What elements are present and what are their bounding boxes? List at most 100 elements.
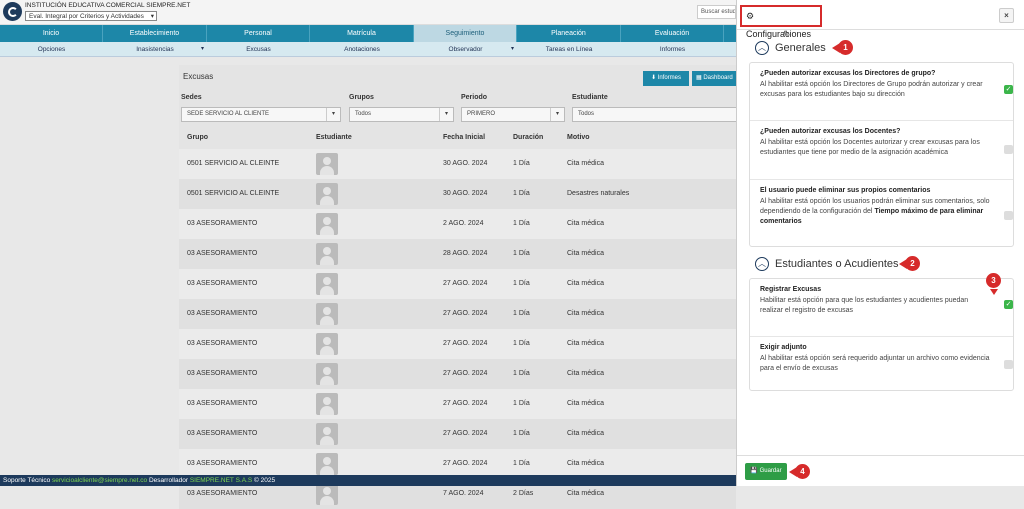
nav-personal[interactable]: Personal — [207, 25, 310, 42]
table-row[interactable]: 03 ASESORAMIENTO 27 AGO. 2024 1 Día Cita mé… — [179, 359, 736, 389]
option-eliminar-comentarios: El usuario puede eliminar sus propios co… — [750, 180, 1013, 248]
table-row[interactable]: 03 ASESORAMIENTO 2 AGO. 2024 1 Día Cita méd… — [179, 209, 736, 239]
table-row[interactable]: 03 ASESORAMIENTO 28 AGO. 2024 1 Día Cita mé… — [179, 239, 736, 269]
section-generales[interactable]: ︿ Generales — [755, 41, 826, 55]
arrow-down-icon — [990, 289, 998, 295]
table-row[interactable]: 03 ASESORAMIENTO 27 AGO. 2024 1 Día Cita mé… — [179, 299, 736, 329]
footer: Soporte Técnico servicioalcliente@siempr… — [0, 475, 736, 486]
save-button[interactable]: 💾 Guardar — [745, 463, 787, 480]
cell-motivo: Cita médica — [567, 430, 604, 437]
option-directores: ¿Pueden autorizar excusas los Directores… — [750, 63, 1013, 121]
cell-motivo: Cita médica — [567, 280, 604, 287]
save-icon: 💾 — [750, 468, 760, 474]
cell-duracion: 1 Día — [513, 220, 530, 227]
cell-fecha: 2 AGO. 2024 — [443, 220, 484, 227]
cell-grupo: 03 ASESORAMIENTO — [187, 370, 258, 377]
table-header: Grupo Estudiante Fecha Inicial Duración … — [179, 127, 736, 149]
nav-seguimiento[interactable]: Seguimiento — [414, 25, 517, 42]
table-row[interactable]: 03 ASESORAMIENTO 27 AGO. 2024 1 Día Cita mé… — [179, 419, 736, 449]
table-row[interactable]: 03 ASESORAMIENTO 27 AGO. 2024 1 Día Cita mé… — [179, 389, 736, 419]
table-row[interactable]: 0501 SERVICIO AL CLEINTE 30 AGO. 2024 1 Dí… — [179, 149, 736, 179]
subnav-inasistencias[interactable]: Inasistencias — [103, 42, 207, 57]
nav-establecimiento[interactable]: Establecimiento — [103, 25, 207, 42]
subnav-observador[interactable]: Observador — [414, 42, 517, 57]
main-nav: Inicio Establecimiento Personal Matrícul… — [0, 25, 736, 42]
grupos-label: Grupos — [349, 94, 374, 101]
student-avatar-icon — [316, 423, 338, 445]
student-avatar-icon — [316, 213, 338, 235]
left-blank-area — [0, 57, 179, 475]
subnav-excusas[interactable]: Excusas — [207, 42, 310, 56]
subnav-informes[interactable]: Informes — [621, 42, 724, 56]
search-input[interactable]: Buscar estudi — [697, 5, 736, 19]
cell-fecha: 27 AGO. 2024 — [443, 400, 488, 407]
nav-evaluacion[interactable]: Evaluación — [621, 25, 724, 42]
badge-3: 3 — [986, 273, 1001, 288]
checkbox-exigir-adjunto[interactable] — [1004, 360, 1013, 369]
dashboard-button[interactable]: ▦ Dashboard — [692, 71, 736, 86]
nav-planeacion[interactable]: Planeación — [517, 25, 621, 42]
periodo-label: Periodo — [461, 94, 488, 101]
checkbox-registrar-excusas[interactable]: ✓ — [1004, 300, 1013, 309]
sedes-select[interactable]: SEDE SERVICIO AL CLIENTE ▾ — [181, 107, 341, 122]
cell-fecha: 30 AGO. 2024 — [443, 190, 488, 197]
support-email-link[interactable]: servicioalcliente@siempre.net.co — [52, 477, 147, 484]
cell-grupo: 03 ASESORAMIENTO — [187, 250, 258, 257]
option-exigir-adjunto: Exigir adjunto Al habilitar está opción … — [750, 337, 1013, 392]
cell-motivo: Cita médica — [567, 160, 604, 167]
cell-fecha: 27 AGO. 2024 — [443, 430, 488, 437]
chevron-down-icon: ▾ — [550, 108, 564, 121]
cell-fecha: 27 AGO. 2024 — [443, 340, 488, 347]
informes-button[interactable]: ⬇ Informes — [643, 71, 689, 86]
table-row[interactable]: 03 ASESORAMIENTO 27 AGO. 2024 1 Día Cita mé… — [179, 269, 736, 299]
close-button[interactable]: × — [999, 8, 1014, 23]
download-icon: ⬇ — [650, 75, 658, 81]
institution-logo-icon — [3, 2, 22, 21]
table-row[interactable]: 03 ASESORAMIENTO 27 AGO. 2024 1 Día Cita mé… — [179, 329, 736, 359]
cell-duracion: 1 Día — [513, 310, 530, 317]
student-avatar-icon — [316, 243, 338, 265]
company-link[interactable]: SIEMPRE.NET S.A.S — [190, 477, 252, 484]
estudiante-select[interactable]: Todos — [572, 107, 736, 122]
subnav-anotaciones[interactable]: Anotaciones — [310, 42, 414, 56]
grupos-select[interactable]: Todos ▾ — [349, 107, 454, 122]
nav-inicio[interactable]: Inicio — [0, 25, 103, 42]
student-avatar-icon — [316, 273, 338, 295]
periodo-select[interactable]: PRIMERO ▾ — [461, 107, 565, 122]
student-avatar-icon — [316, 303, 338, 325]
table-row[interactable]: 0501 SERVICIO AL CLEINTE 30 AGO. 2024 1 Dí… — [179, 179, 736, 209]
col-duracion: Duración — [513, 134, 544, 141]
config-panel: ⚙ Configuraciones × ⇖ ︿ Generales 1 ¿Pued… — [736, 0, 1024, 486]
cell-grupo: 03 ASESORAMIENTO — [187, 400, 258, 407]
checkbox-docentes[interactable] — [1004, 145, 1013, 154]
cell-duracion: 1 Día — [513, 190, 530, 197]
student-avatar-icon — [316, 393, 338, 415]
panel-header: ⚙ Configuraciones × ⇖ — [737, 0, 1024, 39]
nav-matricula[interactable]: Matrícula — [310, 25, 414, 42]
cell-duracion: 1 Día — [513, 340, 530, 347]
cell-motivo: Cita médica — [567, 400, 604, 407]
panel-footer: 💾 Guardar 4 — [737, 455, 1024, 486]
cell-duracion: 1 Día — [513, 280, 530, 287]
checkbox-eliminar-comentarios[interactable] — [1004, 211, 1013, 220]
cell-grupo: 03 ASESORAMIENTO — [187, 220, 258, 227]
institution-name: INSTITUCIÓN EDUCATIVA COMERCIAL SIEMPRE.… — [25, 2, 191, 9]
gear-icon: ⚙ — [746, 11, 755, 21]
evaluation-select[interactable]: Eval. Integral por Criterios y Actividad… — [25, 11, 157, 21]
section-estudiantes[interactable]: ︿ Estudiantes o Acudientes — [755, 257, 899, 271]
page-title: Excusas — [183, 72, 214, 81]
subnav-tareas[interactable]: Tareas en Línea — [517, 42, 621, 56]
subnav-opciones[interactable]: Opciones — [0, 42, 103, 56]
cell-grupo: 0501 SERVICIO AL CLEINTE — [187, 190, 280, 197]
excusas-main: Excusas ⬇ Informes ▦ Dashboard Sedes Gru… — [179, 65, 736, 509]
cell-motivo: Cita médica — [567, 250, 604, 257]
sedes-label: Sedes — [181, 94, 202, 101]
checkbox-directores[interactable]: ✓ — [1004, 85, 1013, 94]
cell-motivo: Cita médica — [567, 310, 604, 317]
cell-fecha: 28 AGO. 2024 — [443, 250, 488, 257]
col-fecha: Fecha Inicial — [443, 134, 486, 141]
cell-duracion: 1 Día — [513, 370, 530, 377]
cell-grupo: 0501 SERVICIO AL CLEINTE — [187, 160, 280, 167]
student-avatar-icon — [316, 153, 338, 175]
cell-duracion: 1 Día — [513, 160, 530, 167]
